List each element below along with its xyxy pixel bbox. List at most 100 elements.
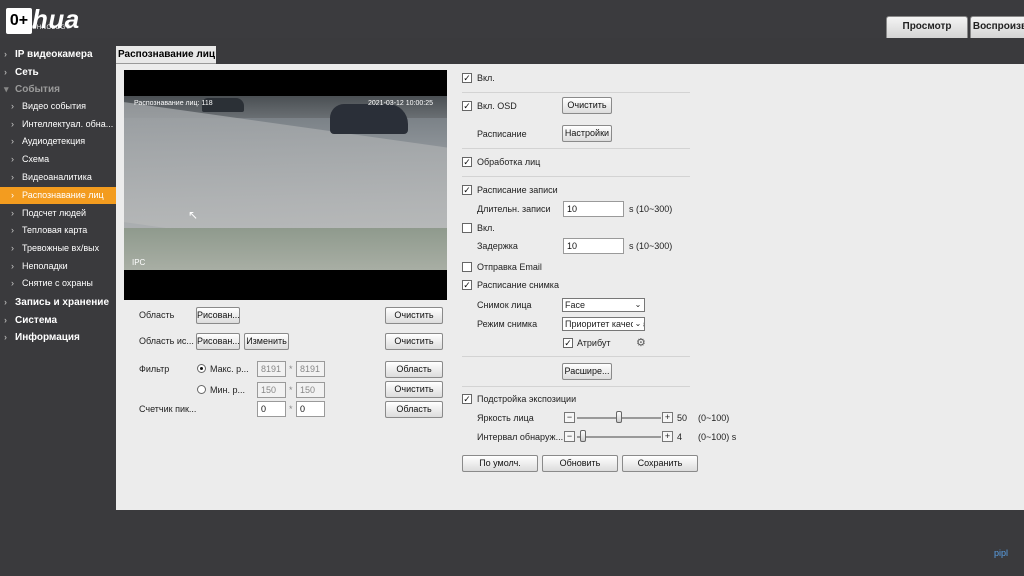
chevron-right-icon: › <box>11 154 14 164</box>
pixel-width-input[interactable]: 0 <box>257 401 286 417</box>
divider <box>462 356 690 357</box>
min-size-label: Мин. р... <box>210 385 246 395</box>
sidebar-item-video-events[interactable]: › Видео события <box>0 98 116 115</box>
tab-playback[interactable]: Воспроизв <box>970 16 1024 38</box>
draw-area-button[interactable]: Рисован... <box>196 307 240 324</box>
divider <box>462 148 690 149</box>
delay-enable-label: Вкл. <box>477 223 495 233</box>
filter-label: Фильтр <box>139 364 170 374</box>
sidebar-item-disarming[interactable]: › Снятие с охраны <box>0 275 116 292</box>
max-size-label: Макс. р... <box>210 364 249 374</box>
minus-icon[interactable]: − <box>564 431 575 442</box>
gear-icon[interactable]: ⚙ <box>636 336 646 349</box>
plus-icon[interactable]: + <box>662 431 673 442</box>
max-size-radio[interactable] <box>197 364 206 373</box>
pixel-area-button[interactable]: Область <box>385 401 443 418</box>
delay-input[interactable]: 10 <box>563 238 624 254</box>
max-area-button[interactable]: Область <box>385 361 443 378</box>
minus-icon[interactable]: − <box>564 412 575 423</box>
chevron-right-icon: › <box>11 136 14 146</box>
pixel-counter-label: Счетчик пик... <box>139 404 197 414</box>
plus-icon[interactable]: + <box>662 412 673 423</box>
osd-timestamp: 2021-03-12 10:00:25 <box>368 100 433 107</box>
chevron-right-icon: › <box>4 49 7 59</box>
osd-face-count: Распознавание лиц: 118 <box>134 100 213 107</box>
min-width-input[interactable]: 150 <box>257 382 286 398</box>
enable-label: Вкл. <box>477 73 495 83</box>
tab-face-recognition[interactable]: Распознавание лиц <box>116 46 216 64</box>
record-schedule-checkbox[interactable]: ✓ <box>462 185 472 195</box>
min-height-input[interactable]: 150 <box>296 382 325 398</box>
exclude-area-label: Область ис... <box>139 336 194 346</box>
sidebar-item-smart-detection[interactable]: › Интеллектуал. обна... <box>0 116 116 133</box>
clear-area-button[interactable]: Очистить <box>385 307 443 324</box>
refresh-button[interactable]: Обновить <box>542 455 618 472</box>
snapshot-mode-select[interactable]: Приоритет качества ⌄ <box>562 317 645 331</box>
schedule-label: Расписание <box>477 129 527 139</box>
sidebar-item-abnormality[interactable]: › Неполадки <box>0 258 116 275</box>
chevron-right-icon: › <box>11 172 14 182</box>
sidebar-item-system[interactable]: › Система <box>0 312 116 329</box>
exposure-label: Подстройка экспозиции <box>477 394 577 404</box>
brightness-range: (0~100) <box>698 413 730 423</box>
record-duration-range: s (10~300) <box>629 204 673 214</box>
advanced-button[interactable]: Расшире... <box>562 363 612 380</box>
face-snapshot-select[interactable]: Face ⌄ <box>562 298 645 312</box>
enable-checkbox[interactable]: ✓ <box>462 73 472 83</box>
sidebar-item-heat-map[interactable]: › Тепловая карта <box>0 222 116 239</box>
divider <box>462 386 690 387</box>
edit-exclude-area-button[interactable]: Изменить <box>244 333 289 350</box>
tab-preview[interactable]: Просмотр <box>886 16 968 38</box>
interval-slider-handle[interactable] <box>580 430 587 442</box>
chevron-down-icon: ▾ <box>4 84 9 94</box>
sidebar-item-storage[interactable]: › Запись и хранение <box>0 294 116 311</box>
chevron-right-icon: › <box>11 225 14 235</box>
face-brightness-label: Яркость лица <box>477 413 534 423</box>
exposure-checkbox[interactable]: ✓ <box>462 394 472 404</box>
delay-checkbox[interactable] <box>462 223 472 233</box>
email-checkbox[interactable] <box>462 262 472 272</box>
chevron-right-icon: › <box>4 297 7 307</box>
attribute-checkbox[interactable]: ✓ <box>563 338 573 348</box>
max-height-input[interactable]: 8191 <box>296 361 325 377</box>
min-clear-button[interactable]: Очистить <box>385 381 443 398</box>
default-button[interactable]: По умолч. <box>462 455 538 472</box>
sidebar-item-network[interactable]: › Сеть <box>0 64 116 81</box>
sidebar-item-audio-detection[interactable]: › Аудиодетекция <box>0 133 116 150</box>
osd-channel-label: IPC <box>132 258 146 267</box>
sidebar-item-ip-camera[interactable]: › IP видеокамера <box>0 46 116 63</box>
sidebar-item-people-counting[interactable]: › Подсчет людей <box>0 205 116 222</box>
chevron-right-icon: › <box>4 67 7 77</box>
divider <box>462 176 690 177</box>
video-preview[interactable]: Распознавание лиц: 118 2021-03-12 10:00:… <box>124 70 447 300</box>
sidebar-item-events[interactable]: ▾ События <box>0 81 116 98</box>
interval-range: (0~100) s <box>698 432 737 442</box>
logo-subtitle: CHNOLOGY <box>32 25 71 31</box>
sidebar-item-video-analytics[interactable]: › Видеоаналитика <box>0 169 116 186</box>
brightness-slider-handle[interactable] <box>616 411 622 423</box>
settings-panel: Распознавание лиц: 118 2021-03-12 10:00:… <box>116 64 1024 510</box>
draw-exclude-area-button[interactable]: Рисован... <box>196 333 240 350</box>
chevron-right-icon: › <box>11 278 14 288</box>
chevron-right-icon: › <box>4 315 7 325</box>
chevron-right-icon: › <box>11 119 14 129</box>
pixel-height-input[interactable]: 0 <box>296 401 325 417</box>
record-duration-input[interactable]: 10 <box>563 201 624 217</box>
car-image <box>330 104 408 134</box>
snapshot-schedule-checkbox[interactable]: ✓ <box>462 280 472 290</box>
face-enhance-checkbox[interactable]: ✓ <box>462 157 472 167</box>
sidebar-item-information[interactable]: › Информация <box>0 329 116 346</box>
mouse-cursor-icon: ↖ <box>188 208 199 222</box>
clear-exclude-area-button[interactable]: Очистить <box>385 333 443 350</box>
osd-checkbox[interactable]: ✓ <box>462 101 472 111</box>
sidebar-item-scheme[interactable]: › Схема <box>0 151 116 168</box>
sidebar-item-face-recognition[interactable]: › Распознавание лиц <box>0 187 116 204</box>
interval-slider-track[interactable] <box>577 436 661 438</box>
divider <box>462 92 690 93</box>
max-width-input[interactable]: 8191 <box>257 361 286 377</box>
save-button[interactable]: Сохранить <box>622 455 698 472</box>
sidebar-item-alarm-io[interactable]: › Тревожные вх/вых <box>0 240 116 257</box>
schedule-settings-button[interactable]: Настройки <box>562 125 612 142</box>
osd-clear-button[interactable]: Очистить <box>562 97 612 114</box>
min-size-radio[interactable] <box>197 385 206 394</box>
